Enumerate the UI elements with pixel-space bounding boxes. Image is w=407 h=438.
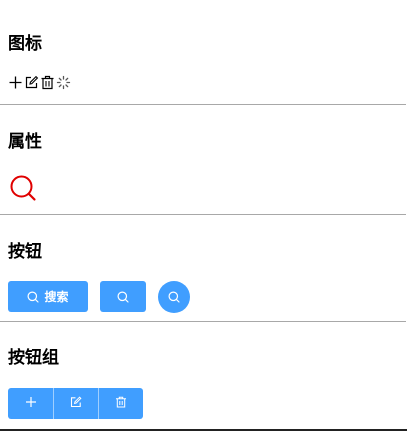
search-icon-button[interactable] bbox=[100, 281, 146, 312]
bottom-border bbox=[0, 429, 407, 431]
edit-button[interactable] bbox=[53, 388, 98, 419]
section-title-buttons: 按钮 bbox=[8, 242, 42, 262]
section-title-button-group: 按钮组 bbox=[8, 348, 59, 368]
edit-icon bbox=[70, 396, 82, 411]
section-title-attributes: 属性 bbox=[8, 132, 42, 152]
plus-icon bbox=[25, 396, 37, 411]
divider bbox=[0, 214, 406, 215]
icon-row bbox=[8, 75, 71, 90]
search-icon bbox=[168, 291, 180, 303]
search-round-button[interactable] bbox=[158, 281, 190, 313]
loading-icon bbox=[56, 75, 71, 90]
delete-icon bbox=[40, 75, 55, 90]
delete-button[interactable] bbox=[98, 388, 143, 419]
plus-icon bbox=[8, 75, 23, 90]
search-icon bbox=[9, 174, 37, 206]
search-button[interactable]: 搜索 bbox=[8, 281, 88, 312]
search-icon bbox=[27, 291, 40, 303]
add-button[interactable] bbox=[8, 388, 53, 419]
section-title-icons: 图标 bbox=[8, 34, 42, 54]
search-icon bbox=[117, 291, 129, 303]
button-group bbox=[8, 388, 143, 419]
search-button-label: 搜索 bbox=[44, 290, 69, 304]
edit-icon bbox=[24, 75, 39, 90]
delete-icon bbox=[115, 396, 127, 411]
divider bbox=[0, 104, 406, 105]
divider bbox=[0, 321, 406, 322]
